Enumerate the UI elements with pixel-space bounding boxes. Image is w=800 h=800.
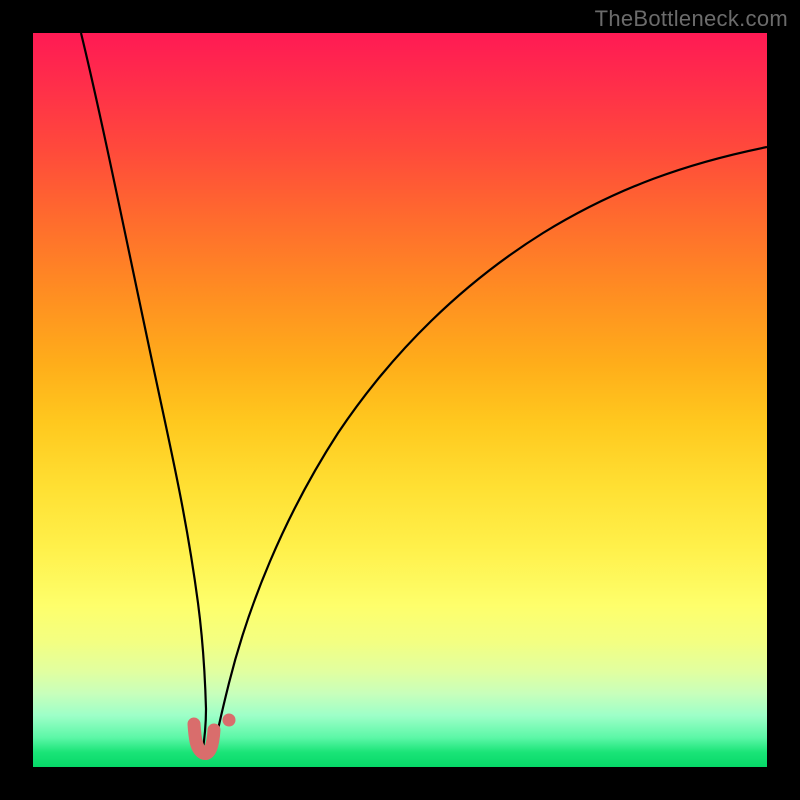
plot-area [33,33,767,767]
curve-left [81,33,206,756]
attribution-label: TheBottleneck.com [595,6,788,32]
curves-svg [33,33,767,767]
curve-right [213,147,767,755]
outer-frame: TheBottleneck.com [0,0,800,800]
highlight-dot [223,714,236,727]
